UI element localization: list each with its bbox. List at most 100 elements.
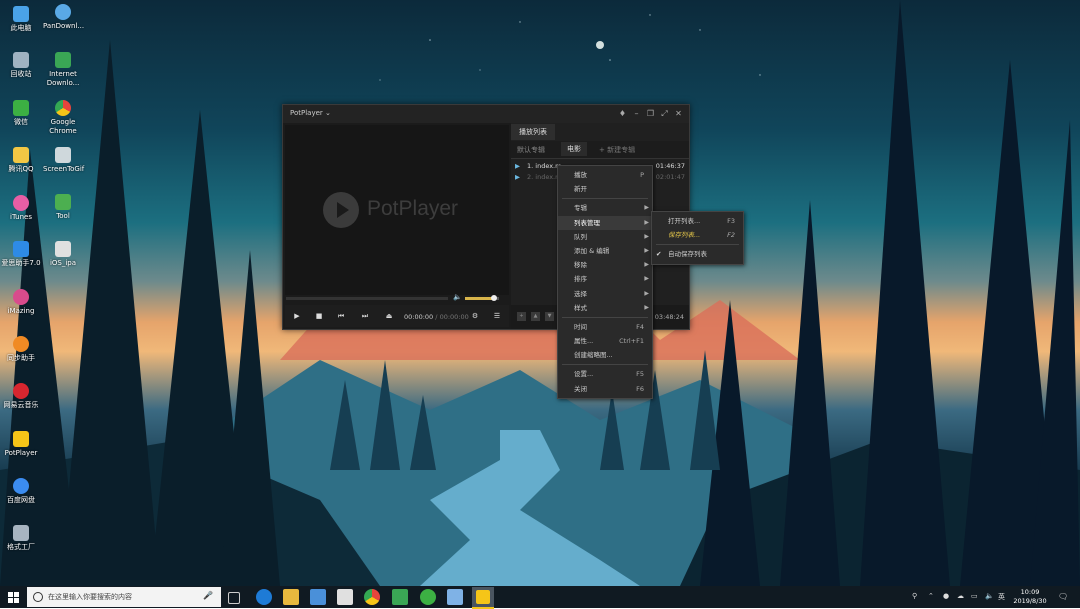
desktop-icon-chrome[interactable]: Google Chrome [43, 100, 83, 136]
stop-icon[interactable]: ■ [313, 310, 325, 322]
move-down-icon[interactable]: ▼ [545, 312, 554, 321]
menu-item-new[interactable]: 新开 [558, 182, 652, 196]
desktop-icon-tool[interactable]: Tool [43, 194, 83, 221]
windows-logo-icon [14, 592, 19, 597]
desktop-icon-pandownload[interactable]: PanDownl... [43, 4, 84, 31]
list-management-submenu: 打开列表... F3 保存列表... F2 ✔ 自动保存列表 [651, 211, 744, 265]
edge-icon[interactable] [256, 589, 272, 605]
task-view-icon[interactable] [228, 592, 240, 604]
desktop-icon-ios-ipa[interactable]: iOS_ipa [43, 241, 83, 268]
volume-knob[interactable] [490, 295, 497, 301]
minimize-icon[interactable]: – [631, 108, 642, 119]
potplayer-taskbar-button[interactable] [472, 587, 494, 609]
desktop-icon-label: 腾讯QQ [8, 165, 34, 173]
add-file-icon[interactable]: + [517, 312, 526, 321]
onedrive-icon[interactable]: ☁ [957, 592, 964, 600]
menu-item-play[interactable]: 播放 P [558, 168, 652, 182]
desktop-icon-wechat[interactable]: 微信 [1, 100, 41, 127]
desktop-icon-i4-assistant[interactable]: 爱思助手7.0 [1, 241, 41, 268]
desktop-icon-format-factory[interactable]: 格式工厂 [1, 525, 41, 552]
menu-item-sort[interactable]: 排序 ▶ [558, 272, 652, 286]
title-bar[interactable]: PotPlayer ⌄ ♦ – ❐ ⤢ ✕ [283, 105, 689, 123]
desktop-icon-screentogif[interactable]: ScreenToGif [43, 147, 84, 174]
menu-item-properties[interactable]: 属性... Ctrl+F1 [558, 334, 652, 348]
chrome-taskbar-icon[interactable] [364, 589, 380, 605]
pin-icon[interactable]: ♦ [617, 108, 628, 119]
album-default-tab[interactable]: 默认专辑 [517, 145, 545, 155]
search-tool-taskbar-icon[interactable] [447, 589, 463, 605]
windows-logo-icon [8, 592, 13, 597]
file-icon [55, 241, 71, 257]
menu-item-settings[interactable]: 设置... F5 [558, 367, 652, 381]
fullscreen-icon[interactable]: ⤢ [659, 108, 670, 119]
notification-center-icon[interactable]: 🗨 [1058, 592, 1068, 601]
settings-gear-icon[interactable]: ⚙ [469, 310, 481, 322]
menu-item-time[interactable]: 时间 F4 [558, 320, 652, 334]
desktop-icon-recycle-bin[interactable]: 回收站 [1, 52, 41, 79]
clock[interactable]: 10:09 2019/8/30 [1010, 588, 1050, 606]
move-up-icon[interactable]: ▲ [531, 312, 540, 321]
desktop-icon-potplayer[interactable]: PotPlayer [1, 431, 41, 458]
volume-slider[interactable] [465, 295, 499, 301]
qq-icon [13, 147, 29, 163]
tray-chevron-icon[interactable]: ⌃ [928, 592, 934, 600]
store-icon[interactable] [310, 589, 326, 605]
eject-icon[interactable]: ⏏ [383, 310, 395, 322]
mail-icon[interactable] [337, 589, 353, 605]
menu-item-remove[interactable]: 移除 ▶ [558, 258, 652, 272]
desktop-icon-netease-music[interactable]: 网易云音乐 [1, 383, 41, 410]
submenu-arrow-icon: ▶ [644, 303, 649, 311]
battery-icon[interactable]: ▭ [971, 592, 978, 600]
potplayer-icon [13, 431, 29, 447]
close-icon[interactable]: ✕ [673, 108, 684, 119]
new-album-button[interactable]: + 新建专辑 [599, 145, 635, 155]
desktop-icon-baidu-netdisk[interactable]: 百度网盘 [1, 478, 41, 505]
sync-assistant-icon [13, 336, 29, 352]
file-explorer-icon[interactable] [283, 589, 299, 605]
next-icon[interactable]: ⏭ [359, 310, 371, 322]
desktop-icon-label: 爱思助手7.0 [1, 259, 41, 267]
start-button[interactable] [0, 586, 26, 608]
desktop-icon-label: iTunes [10, 213, 32, 221]
seek-bar[interactable] [286, 297, 448, 300]
person-icon[interactable]: ⚲ [912, 592, 917, 600]
menu-item-auto-save-list[interactable]: ✔ 自动保存列表 [652, 247, 743, 261]
idm-taskbar-icon[interactable] [392, 589, 408, 605]
computer-icon [13, 6, 29, 22]
desktop-icon-label: 网易云音乐 [3, 401, 39, 409]
desktop-icon-imazing[interactable]: iMazing [1, 289, 41, 316]
menu-item-queue[interactable]: 队列 ▶ [558, 230, 652, 244]
menu-item-album[interactable]: 专辑 ▶ [558, 201, 652, 215]
restore-icon[interactable]: ❐ [645, 108, 656, 119]
menu-item-select[interactable]: 选择 ▶ [558, 287, 652, 301]
menu-item-style[interactable]: 样式 ▶ [558, 301, 652, 315]
tab-playlist[interactable]: 播放列表 [511, 124, 555, 140]
volume-tray-icon[interactable]: 🔈 [985, 592, 994, 600]
menu-item-list-management[interactable]: 列表管理 ▶ [558, 215, 652, 230]
ime-indicator[interactable]: 英 [998, 592, 1005, 602]
album-movie-tab[interactable]: 电影 [561, 142, 587, 156]
menu-item-open-list[interactable]: 打开列表... F3 [652, 214, 743, 228]
wechat-taskbar-icon[interactable] [420, 589, 436, 605]
folder-icon [55, 194, 71, 210]
taskbar-search-box[interactable]: 在这里输入你要搜索的内容 🎤 [27, 587, 221, 607]
desktop-icon-sync-assistant[interactable]: 同步助手 [1, 336, 41, 363]
menu-item-add-edit[interactable]: 添加 & 编辑 ▶ [558, 244, 652, 258]
video-area[interactable]: PotPlayer [285, 125, 509, 295]
desktop-icon-qq[interactable]: 腾讯QQ [1, 147, 41, 174]
desktop-icon-label: PotPlayer [4, 449, 38, 457]
format-factory-icon [13, 525, 29, 541]
menu-item-save-list[interactable]: 保存列表... F2 [652, 228, 743, 242]
volume-icon[interactable]: 🔈 [453, 293, 462, 301]
playlist-menu-icon[interactable]: ☰ [491, 310, 503, 322]
menu-item-create-thumbnails[interactable]: 创建缩略图... [558, 348, 652, 362]
play-icon[interactable]: ▶ [291, 310, 303, 322]
previous-icon[interactable]: ⏮ [335, 310, 347, 322]
microphone-icon[interactable]: 🎤 [203, 591, 213, 600]
desktop-icon-itunes[interactable]: iTunes [1, 195, 41, 222]
menu-item-close[interactable]: 关闭 F6 [558, 382, 652, 396]
desktop-icon-this-pc[interactable]: 此电脑 [1, 6, 41, 33]
app-title[interactable]: PotPlayer ⌄ [290, 109, 331, 117]
tray-app-icon[interactable]: ● [943, 592, 949, 600]
desktop-icon-idm[interactable]: Internet Downlo... [43, 52, 83, 88]
